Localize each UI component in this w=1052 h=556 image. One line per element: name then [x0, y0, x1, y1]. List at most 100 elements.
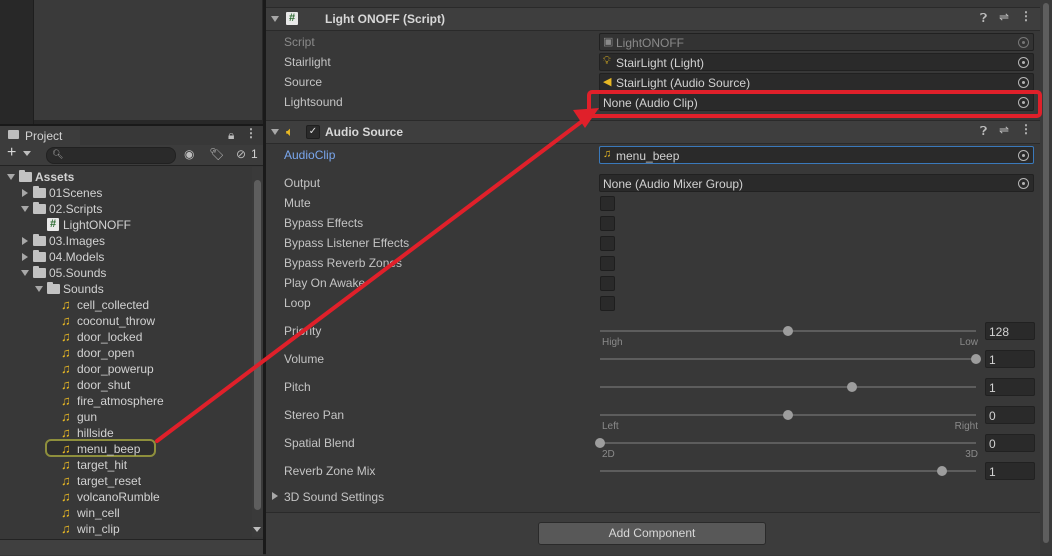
filter-by-label-icon[interactable]: 🏷︎: [209, 147, 224, 161]
help-icon[interactable]: ❓︎: [980, 11, 987, 26]
object-picker-icon[interactable]: [1018, 37, 1029, 48]
light-onoff-header[interactable]: # Light ONOFF (Script): [266, 7, 1040, 31]
toggle-label: Bypass Reverb Zones: [284, 256, 403, 270]
filter-by-type-icon[interactable]: ◉: [184, 147, 194, 161]
expanded-arrow-icon[interactable]: [7, 174, 15, 180]
collapse-arrow-icon[interactable]: [271, 16, 279, 22]
toggle-checkbox[interactable]: [600, 236, 615, 251]
script-icon: #: [47, 218, 59, 231]
expanded-arrow-icon[interactable]: [21, 206, 29, 212]
audioclip-field[interactable]: ♫ menu_beep: [599, 146, 1034, 164]
menu-dots-icon[interactable]: ⋮: [245, 126, 257, 140]
tree-item-label: 04.Models: [49, 250, 105, 264]
component-menu-icon[interactable]: ⋮: [1020, 122, 1032, 136]
add-component-button[interactable]: Add Component: [538, 522, 766, 545]
tree-row-folder[interactable]: 05.Sounds: [0, 265, 250, 281]
collapsed-arrow-icon[interactable]: [22, 237, 28, 245]
object-picker-icon[interactable]: [1018, 97, 1029, 108]
slider-track[interactable]: [600, 442, 976, 444]
tree-row-folder[interactable]: 03.Images: [0, 233, 250, 249]
object-picker-icon[interactable]: [1018, 150, 1029, 161]
inspector-scrollbar-thumb[interactable]: [1043, 3, 1049, 543]
object-field[interactable]: 💡︎ StairLight (Light): [599, 53, 1034, 71]
slider-value-field[interactable]: 0: [985, 434, 1035, 452]
folder-icon: [33, 186, 46, 198]
slider-thumb[interactable]: [971, 354, 981, 364]
tree-item-label: 02.Scripts: [49, 202, 103, 216]
object-field[interactable]: ◀ StairLight (Audio Source): [599, 73, 1034, 91]
slider-thumb[interactable]: [783, 326, 793, 336]
expanded-arrow-icon[interactable]: [35, 286, 43, 292]
folder-icon: [8, 130, 19, 139]
tree-row-audio[interactable]: ♫ cell_collected: [0, 297, 250, 313]
presets-icon[interactable]: ⇌: [999, 10, 1009, 24]
slider-track[interactable]: [600, 386, 976, 388]
tree-row-audio[interactable]: ♫ coconut_throw: [0, 313, 250, 329]
expand-arrow-icon[interactable]: [272, 492, 278, 500]
tree-row-audio[interactable]: ♫ door_locked: [0, 329, 250, 345]
object-picker-icon[interactable]: [1018, 57, 1029, 68]
component-menu-icon[interactable]: ⋮: [1020, 9, 1032, 23]
tree-row-audio[interactable]: ♫ gun: [0, 409, 250, 425]
help-icon[interactable]: ❓︎: [980, 124, 987, 139]
collapse-arrow-icon[interactable]: [271, 129, 279, 135]
3d-sound-settings-foldout[interactable]: 3D Sound Settings: [284, 488, 384, 506]
slider-track[interactable]: [600, 358, 976, 360]
tree-row-folder[interactable]: 04.Models: [0, 249, 250, 265]
expanded-arrow-icon[interactable]: [21, 270, 29, 276]
tree-row-audio[interactable]: ♫ win_clip: [0, 521, 250, 537]
create-dropdown-icon[interactable]: [23, 151, 31, 156]
slider-max-label: 3D: [965, 449, 978, 460]
slider-value-field[interactable]: 1: [985, 350, 1035, 368]
slider-value-field[interactable]: 128: [985, 322, 1035, 340]
toggle-checkbox[interactable]: [600, 196, 615, 211]
tree-row-audio[interactable]: ♫ menu_beep: [0, 441, 250, 457]
tree-row-folder[interactable]: 01Scenes: [0, 185, 250, 201]
slider-track[interactable]: [600, 470, 976, 472]
tree-row-folder[interactable]: Sounds: [0, 281, 250, 297]
tree-item-label: target_reset: [77, 474, 142, 488]
object-picker-icon[interactable]: [1018, 178, 1029, 189]
toggle-checkbox[interactable]: [600, 296, 615, 311]
slider-min-label: High: [602, 337, 623, 348]
audio-source-title: Audio Source: [325, 125, 404, 139]
slider-thumb[interactable]: [783, 410, 793, 420]
tree-row-script[interactable]: # LightONOFF: [0, 217, 250, 233]
collapsed-arrow-icon[interactable]: [22, 253, 28, 261]
hidden-packages-icon[interactable]: ⊘: [236, 147, 246, 161]
tree-row-audio[interactable]: ♫ door_shut: [0, 377, 250, 393]
tree-row-audio[interactable]: ♫ target_reset: [0, 473, 250, 489]
project-scrollbar-thumb[interactable]: [254, 180, 261, 510]
tree-row-audio[interactable]: ♫ fire_atmosphere: [0, 393, 250, 409]
tree-row-folder[interactable]: Assets: [0, 169, 250, 185]
tab-project[interactable]: Project: [0, 126, 80, 145]
create-plus-icon[interactable]: +: [7, 144, 16, 162]
object-field[interactable]: None (Audio Clip): [599, 93, 1034, 111]
tree-row-audio[interactable]: ♫ volcanoRumble: [0, 489, 250, 505]
search-input[interactable]: 🔍︎: [46, 147, 176, 164]
toggle-checkbox[interactable]: [600, 256, 615, 271]
toggle-checkbox[interactable]: [600, 216, 615, 231]
enable-checkbox[interactable]: ✓: [306, 125, 320, 139]
collapsed-arrow-icon[interactable]: [22, 189, 28, 197]
lock-icon[interactable]: 🔒︎: [228, 128, 234, 143]
tree-row-audio[interactable]: ♫ door_open: [0, 345, 250, 361]
slider-label: Volume: [284, 352, 325, 366]
tree-row-audio[interactable]: ♫ door_powerup: [0, 361, 250, 377]
scroll-down-icon[interactable]: [253, 527, 261, 532]
tree-row-audio[interactable]: ♫ win_cell: [0, 505, 250, 521]
slider-value-field[interactable]: 0: [985, 406, 1035, 424]
slider-value-field[interactable]: 1: [985, 462, 1035, 480]
tree-row-audio[interactable]: ♫ hillside: [0, 425, 250, 441]
presets-icon[interactable]: ⇌: [999, 123, 1009, 137]
output-field[interactable]: None (Audio Mixer Group): [599, 174, 1034, 192]
toggle-checkbox[interactable]: [600, 276, 615, 291]
slider-thumb[interactable]: [846, 382, 857, 392]
slider-value-field[interactable]: 1: [985, 378, 1035, 396]
tree-row-audio[interactable]: ♫ target_hit: [0, 457, 250, 473]
tree-row-folder[interactable]: 02.Scripts: [0, 201, 250, 217]
speaker-icon: 🔈︎: [286, 124, 294, 139]
audio-source-header[interactable]: 🔈︎ ✓ Audio Source: [266, 120, 1040, 144]
slider-thumb[interactable]: [595, 438, 605, 448]
object-picker-icon[interactable]: [1018, 77, 1029, 88]
